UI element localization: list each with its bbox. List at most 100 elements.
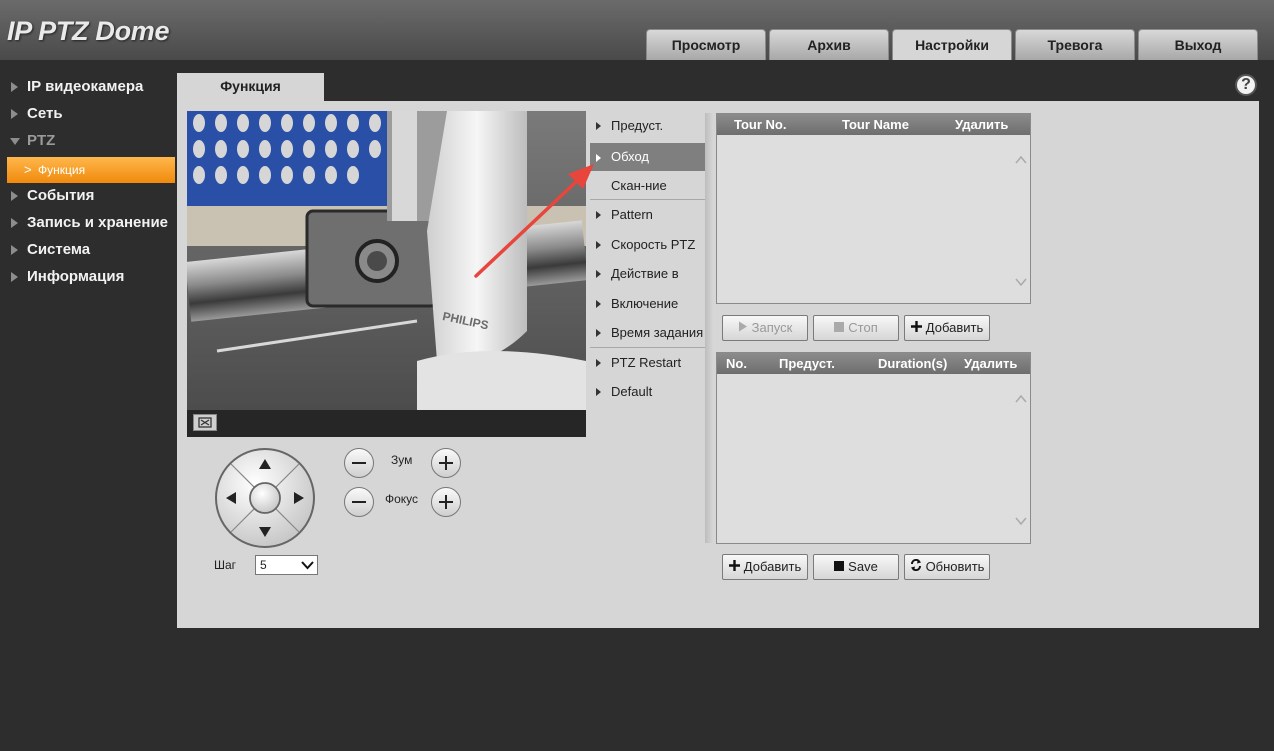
step-label: Шаг xyxy=(214,558,237,572)
sidebar-item-system[interactable]: Система xyxy=(0,238,177,265)
help-icon[interactable]: ? xyxy=(1235,74,1257,96)
menu-item-label: Обход xyxy=(611,148,650,164)
expand-arrow-icon xyxy=(11,245,18,255)
menu-item-label: PTZ Restart xyxy=(611,354,682,370)
tab-live[interactable]: Просмотр xyxy=(646,29,766,60)
collapse-arrow-icon xyxy=(10,138,20,145)
menu-item-label: Скан-ние xyxy=(611,177,667,193)
menu-item-power-up[interactable]: Включение xyxy=(590,289,706,319)
stop-icon xyxy=(834,322,845,332)
button-label: Добавить xyxy=(925,320,984,335)
focus-out-button[interactable] xyxy=(344,487,374,517)
preset-add-button[interactable]: Добавить xyxy=(722,554,808,580)
scroll-up-icon[interactable] xyxy=(1015,392,1027,404)
zoom-label: Зум xyxy=(391,453,413,467)
step-value: 5 xyxy=(260,558,267,572)
preset-table-body[interactable] xyxy=(717,374,1030,543)
tab-playback[interactable]: Архив xyxy=(769,29,889,60)
menu-item-label: Pattern xyxy=(611,207,653,222)
button-label: Добавить xyxy=(743,559,802,574)
ptz-function-menu: Предуст. Обход Скан-ние Pattern Скорость… xyxy=(590,111,706,407)
step-select[interactable]: 5 xyxy=(255,555,318,575)
column-header: Предуст. xyxy=(779,356,835,371)
menu-item-scan[interactable]: Скан-ние xyxy=(590,171,706,200)
zoom-out-button[interactable] xyxy=(344,448,374,478)
button-label: Save xyxy=(848,559,878,574)
fullscreen-button[interactable] xyxy=(193,414,217,431)
menu-item-default[interactable]: Default xyxy=(590,377,706,407)
chevron-right-icon: > xyxy=(24,162,32,177)
menu-item-tour[interactable]: Обход xyxy=(590,142,706,171)
menu-item-pattern[interactable]: Pattern xyxy=(590,200,706,230)
sidebar-item-label: Система xyxy=(27,241,91,258)
sidebar-subitem-function[interactable]: > Функция xyxy=(7,157,175,183)
sidebar-item-events[interactable]: События xyxy=(0,184,177,211)
top-nav-tabs: Просмотр Архив Настройки Тревога Выход xyxy=(646,29,1261,60)
menu-arrow-icon xyxy=(596,211,601,219)
tour-preset-table: No. Предуст. Duration(s) Удалить xyxy=(716,352,1031,544)
menu-item-idle-action[interactable]: Действие в xyxy=(590,259,706,289)
ptz-direction-pad xyxy=(214,447,316,549)
zoom-in-button[interactable] xyxy=(431,448,461,478)
plus-icon xyxy=(728,560,740,571)
menu-arrow-icon xyxy=(596,153,601,162)
sidebar-item-label: Запись и хранение xyxy=(27,214,169,231)
tab-setup[interactable]: Настройки xyxy=(892,29,1012,60)
sidebar-item-label: Информация xyxy=(27,268,125,285)
tour-table: Tour No. Tour Name Удалить xyxy=(716,113,1031,304)
expand-arrow-icon xyxy=(11,82,18,92)
refresh-button[interactable]: Обновить xyxy=(904,554,990,580)
menu-item-ptz-restart[interactable]: PTZ Restart xyxy=(590,348,706,378)
scroll-down-icon[interactable] xyxy=(1015,514,1027,526)
sidebar-item-camera[interactable]: IP видеокамера xyxy=(0,75,177,102)
sidebar-item-storage[interactable]: Запись и хранение xyxy=(0,211,177,238)
sidebar-item-ptz[interactable]: PTZ xyxy=(0,129,177,156)
menu-item-time-task[interactable]: Время задания xyxy=(590,318,706,348)
plus-icon xyxy=(910,321,922,332)
camera-image: PHILIPS xyxy=(187,111,586,410)
save-button[interactable]: Save xyxy=(813,554,899,580)
tour-table-header: Tour No. Tour Name Удалить xyxy=(717,114,1030,135)
save-icon xyxy=(834,561,845,571)
video-toolbar xyxy=(187,410,586,437)
tour-add-button[interactable]: Добавить xyxy=(904,315,990,341)
button-label: Запуск xyxy=(751,320,793,335)
menu-item-ptz-speed[interactable]: Скорость PTZ xyxy=(590,230,706,260)
video-preview: PHILIPS xyxy=(187,111,586,410)
menu-arrow-icon xyxy=(596,388,601,396)
menu-arrow-icon xyxy=(596,240,601,249)
tab-alarm[interactable]: Тревога xyxy=(1015,29,1135,60)
column-header: Tour No. xyxy=(734,117,787,132)
menu-item-preset[interactable]: Предуст. xyxy=(590,111,706,141)
logo: IP PTZ Dome xyxy=(7,16,170,46)
menu-item-label: Скорость PTZ xyxy=(611,236,696,252)
header: IP PTZ Dome Просмотр Архив Настройки Тре… xyxy=(0,0,1274,60)
menu-arrow-icon xyxy=(596,270,601,278)
menu-item-label: Время задания xyxy=(611,325,704,340)
expand-arrow-icon xyxy=(11,109,18,119)
menu-item-label: Включение xyxy=(611,295,679,311)
sidebar-item-info[interactable]: Информация xyxy=(0,265,177,292)
sidebar-item-label: Сеть xyxy=(27,105,63,122)
content-tab-function[interactable]: Функция xyxy=(177,73,324,101)
column-header: Tour Name xyxy=(842,117,909,132)
tour-stop-button[interactable]: Стоп xyxy=(813,315,899,341)
tour-table-body[interactable] xyxy=(717,135,1030,303)
sidebar-item-network[interactable]: Сеть xyxy=(0,102,177,129)
column-header: No. xyxy=(726,356,747,371)
play-icon xyxy=(738,321,747,332)
tour-start-button[interactable]: Запуск xyxy=(722,315,808,341)
column-header: Удалить xyxy=(955,117,1009,132)
menu-arrow-icon xyxy=(596,358,601,367)
menu-arrow-icon xyxy=(596,299,601,308)
ptz-center-button[interactable] xyxy=(249,482,281,514)
menu-item-label: Действие в xyxy=(611,266,679,281)
column-header: Удалить xyxy=(964,356,1018,371)
focus-in-button[interactable] xyxy=(431,487,461,517)
fullscreen-icon xyxy=(198,417,212,428)
menu-item-label: Предуст. xyxy=(611,118,664,133)
scroll-up-icon[interactable] xyxy=(1015,153,1027,165)
tab-logout[interactable]: Выход xyxy=(1138,29,1258,60)
scroll-down-icon[interactable] xyxy=(1015,275,1027,287)
sidebar: IP видеокамера Сеть PTZ > Функция События… xyxy=(0,75,177,292)
